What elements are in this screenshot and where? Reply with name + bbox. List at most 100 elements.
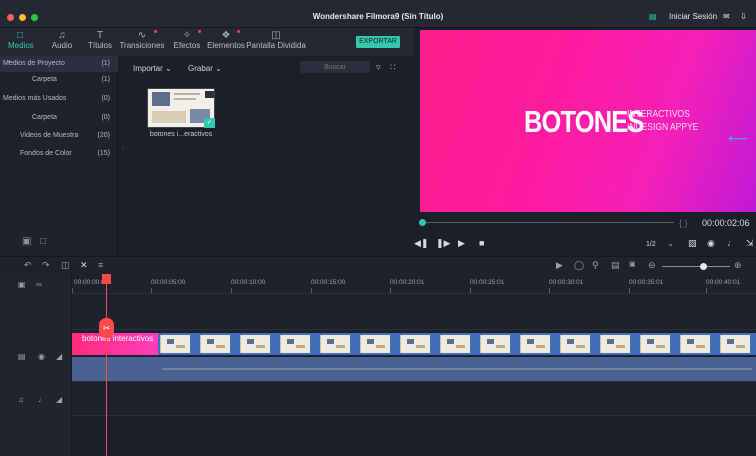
playhead-line[interactable] [106, 284, 107, 456]
volume-icon[interactable]: ♩ [38, 395, 46, 404]
tab-pantalla-dividida[interactable]: ◫ Pantalla Dividida [245, 30, 307, 56]
cut-icon[interactable]: ✕ [80, 260, 88, 271]
previous-frame-icon[interactable]: ◀❚ [414, 238, 428, 249]
voiceover-icon[interactable]: ▤ [611, 260, 620, 271]
marker-icon[interactable]: ◯ [574, 260, 584, 271]
bracket-icon[interactable]: { } [679, 218, 688, 228]
eye-icon[interactable]: ◉ [38, 352, 45, 361]
grid-view-icon[interactable]: ∷ [390, 62, 396, 73]
lock-icon[interactable]: ◢ [56, 395, 62, 404]
render-icon[interactable]: ▶ [556, 260, 563, 271]
music-note-icon: ♫ [58, 30, 66, 41]
ruler-tick [151, 288, 152, 293]
thumb-image-icon [152, 92, 170, 106]
redo-icon[interactable]: ↷ [42, 260, 50, 271]
zoom-out-icon[interactable]: ⊖ [648, 260, 656, 271]
message-icon[interactable]: ▤ [649, 12, 657, 21]
subtitle-icon[interactable]: ▣ [629, 260, 636, 268]
zoom-slider[interactable] [662, 266, 730, 267]
undo-icon[interactable]: ↶ [24, 260, 32, 271]
new-badge [198, 30, 201, 33]
scrubber-handle[interactable] [419, 219, 426, 226]
ruler-tick [470, 288, 471, 293]
next-frame-icon[interactable]: ❚▶ [436, 238, 450, 249]
export-button[interactable]: EXPORTAR [356, 36, 400, 48]
tab-audio[interactable]: ♫ Audio [50, 30, 74, 56]
panel-resize-handle[interactable]: ‹ [122, 144, 124, 151]
folder-icon: □ [16, 30, 24, 41]
ruler-tick-label: 00:00:30:01 [549, 279, 584, 286]
tree-item-videos-muestra[interactable]: Videos de Muestra (20) [0, 128, 118, 144]
checkmark-icon: ✓ [204, 118, 215, 128]
tab-transiciones[interactable]: ∿ Transiciones [117, 30, 167, 56]
ruler-tick [311, 288, 312, 293]
timeline-empty-area [72, 416, 756, 456]
tree-item-label: Medios de Proyecto [3, 60, 65, 67]
chevron-down-icon: ⌄ [165, 64, 172, 73]
scissors-icon[interactable]: ✂ [99, 318, 114, 338]
record-label: Grabar [188, 64, 213, 73]
audio-waveform[interactable] [72, 357, 756, 381]
clip-frame [600, 335, 630, 353]
collapse-chevron-icon[interactable]: ⌄ [6, 56, 12, 64]
window-title: Wondershare Filmora9 (Sin Título) [312, 12, 444, 21]
ruler-tick-label: 00:00:15:00 [311, 279, 346, 286]
playhead-handle[interactable] [102, 274, 111, 284]
search-input[interactable] [300, 61, 370, 73]
play-icon[interactable]: ▶ [458, 238, 465, 249]
audio-track [72, 382, 756, 416]
tab-label: Títulos [87, 41, 112, 50]
microphone-icon[interactable]: ⚲ [592, 260, 599, 271]
clip-frame [440, 335, 470, 353]
new-folder-icon[interactable]: ▣ [22, 236, 31, 247]
tree-item-fondos-color[interactable]: Fondos de Color (15) [0, 146, 118, 162]
folder-icon[interactable]: □ [40, 236, 46, 247]
fullscreen-icon[interactable]: ⇲ [746, 238, 754, 249]
ruler-tick [706, 288, 707, 293]
video-track-icon: ▤ [18, 352, 26, 361]
video-clip[interactable] [158, 333, 756, 355]
tree-item-count: (15) [97, 150, 110, 157]
tab-elementos[interactable]: ❖ Elementos [206, 30, 246, 56]
clip-frame [160, 335, 190, 353]
quality-select[interactable]: 1/2 ⌄ [646, 240, 674, 248]
new-badge [237, 30, 240, 33]
link-icon[interactable]: ∞ [36, 280, 42, 289]
clip-frame [680, 335, 710, 353]
transition-icon: ∿ [137, 30, 147, 41]
tab-label: Transiciones [119, 41, 165, 50]
tab-efectos[interactable]: ✧ Efectos [169, 30, 205, 56]
media-library [119, 56, 414, 256]
waveform-line [162, 368, 752, 370]
elements-icon: ❖ [221, 30, 231, 41]
download-icon[interactable]: ⇩ [740, 12, 747, 21]
tab-titulos[interactable]: T Títulos [86, 30, 114, 56]
signin-link[interactable]: Iniciar Sesión [669, 12, 717, 21]
ruler-tick [390, 288, 391, 293]
zoom-in-icon[interactable]: ⊕ [734, 260, 742, 271]
render-preview-icon[interactable]: ▨ [688, 238, 697, 249]
clip-frame [400, 335, 430, 353]
tab-medios[interactable]: □ Medios [8, 30, 34, 56]
import-dropdown[interactable]: Importar ⌄ [133, 64, 172, 73]
tree-item-medios-usados[interactable]: Medios más Usados (0) [0, 91, 118, 107]
lock-icon[interactable]: ◢ [56, 352, 62, 361]
thumb-text-line [174, 93, 200, 95]
preview-scrubber[interactable] [426, 222, 674, 223]
tree-item-carpeta[interactable]: Carpeta (1) [0, 72, 118, 88]
search-box [300, 61, 370, 73]
snapshot-camera-icon[interactable]: ◉ [707, 238, 715, 249]
delete-icon[interactable]: ◫ [61, 260, 70, 271]
stop-icon[interactable]: ■ [479, 238, 484, 248]
filter-icon[interactable]: ▿ [376, 62, 381, 73]
tree-item-medios-proyecto[interactable]: Medios de Proyecto (1) [0, 56, 118, 72]
zoom-slider-handle[interactable] [700, 263, 707, 270]
record-dropdown[interactable]: Grabar ⌄ [188, 64, 222, 73]
adjust-icon[interactable]: ≡ [98, 260, 103, 270]
mail-icon[interactable]: ✉ [723, 12, 730, 21]
timeline-toolbar [0, 256, 756, 274]
clip-frame [200, 335, 230, 353]
volume-icon[interactable]: ♩ [727, 238, 736, 248]
add-track-icon[interactable]: ▣ [18, 280, 26, 289]
tree-item-carpeta-2[interactable]: Carpeta (0) [0, 110, 118, 126]
